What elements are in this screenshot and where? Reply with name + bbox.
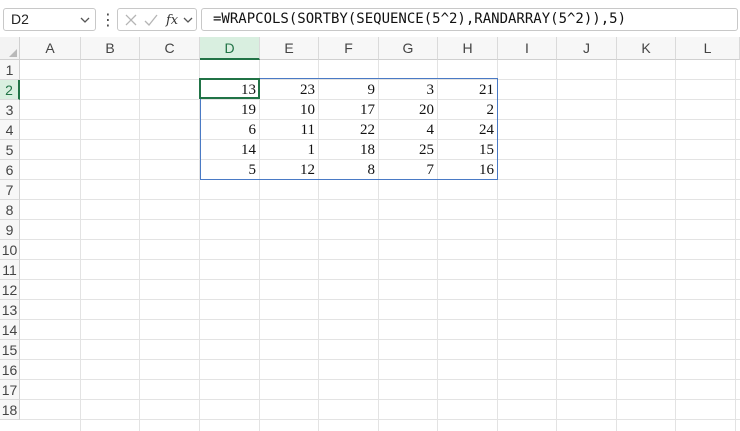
row-header-14[interactable]: 14 — [0, 320, 20, 340]
cell-f2[interactable]: 9 — [319, 80, 379, 100]
gridline — [20, 379, 740, 380]
gridline — [616, 60, 617, 431]
formula-input[interactable]: =WRAPCOLS(SORTBY(SEQUENCE(5^2),RANDARRAY… — [201, 8, 738, 31]
cell-e2[interactable]: 23 — [260, 80, 319, 100]
column-header-j[interactable]: J — [557, 37, 617, 60]
cancel-x-icon[interactable] — [123, 12, 139, 28]
formula-text: =WRAPCOLS(SORTBY(SEQUENCE(5^2),RANDARRAY… — [213, 11, 627, 27]
cell-f3[interactable]: 17 — [319, 100, 379, 120]
confirm-check-icon[interactable] — [143, 12, 159, 28]
cell-d5[interactable]: 14 — [200, 140, 260, 160]
column-header-i[interactable]: I — [498, 37, 557, 60]
cell-f4[interactable]: 22 — [319, 120, 379, 140]
column-header-a[interactable]: A — [20, 37, 81, 60]
gridline — [20, 219, 740, 220]
formula-bar: D2 ⋮ fx =WRAPCOLS(SORTBY(SEQUENCE(5^2),R… — [0, 0, 740, 37]
gridline — [20, 199, 740, 200]
cell-e5[interactable]: 1 — [260, 140, 319, 160]
cell-e6[interactable]: 12 — [260, 160, 319, 180]
chevron-down-icon[interactable] — [181, 12, 195, 28]
column-header-k[interactable]: K — [617, 37, 676, 60]
row-header-16[interactable]: 16 — [0, 360, 20, 380]
row-header-17[interactable]: 17 — [0, 380, 20, 400]
row-header-10[interactable]: 10 — [0, 240, 20, 260]
cell-g4[interactable]: 4 — [379, 120, 438, 140]
chevron-down-icon[interactable] — [77, 9, 93, 30]
formula-actions: fx — [117, 8, 197, 31]
name-box-value: D2 — [11, 11, 29, 27]
gridline — [20, 299, 740, 300]
row-header-1[interactable]: 1 — [0, 60, 20, 80]
cell-e4[interactable]: 11 — [260, 120, 319, 140]
cell-g6[interactable]: 7 — [379, 160, 438, 180]
row-header-18[interactable]: 18 — [0, 400, 20, 420]
cell-g3[interactable]: 20 — [379, 100, 438, 120]
cell-h2[interactable]: 21 — [438, 80, 498, 100]
gridline — [20, 239, 740, 240]
gridline — [139, 60, 140, 431]
select-all-corner[interactable] — [0, 37, 20, 60]
column-header-b[interactable]: B — [81, 37, 140, 60]
row-header-9[interactable]: 9 — [0, 220, 20, 240]
more-vertical-icon[interactable]: ⋮ — [100, 8, 116, 31]
cell-h4[interactable]: 24 — [438, 120, 498, 140]
cell-g2[interactable]: 3 — [379, 80, 438, 100]
gridline — [556, 60, 557, 431]
cell-f6[interactable]: 8 — [319, 160, 379, 180]
column-header-f[interactable]: F — [319, 37, 379, 60]
gridline — [735, 60, 736, 431]
gridline — [80, 60, 81, 431]
row-header-13[interactable]: 13 — [0, 300, 20, 320]
row-header-3[interactable]: 3 — [0, 100, 20, 120]
spreadsheet-grid: A B C D E F G H I J K L 1 2 3 4 5 6 7 8 … — [0, 37, 740, 431]
gridline — [20, 319, 740, 320]
gridline — [20, 339, 740, 340]
column-header-e[interactable]: E — [260, 37, 319, 60]
cell-h6[interactable]: 16 — [438, 160, 498, 180]
row-header-4[interactable]: 4 — [0, 120, 20, 140]
column-header-h[interactable]: H — [438, 37, 498, 60]
cell-h3[interactable]: 2 — [438, 100, 498, 120]
svg-text:fx: fx — [165, 13, 179, 28]
cell-d2[interactable]: 13 — [200, 80, 260, 100]
cell-e3[interactable]: 10 — [260, 100, 319, 120]
row-header-2[interactable]: 2 — [0, 80, 20, 100]
row-header-7[interactable]: 7 — [0, 180, 20, 200]
cell-h5[interactable]: 15 — [438, 140, 498, 160]
column-header-c[interactable]: C — [140, 37, 200, 60]
gridline — [20, 419, 740, 420]
gridline — [675, 60, 676, 431]
name-box[interactable]: D2 — [3, 8, 96, 31]
row-header-15[interactable]: 15 — [0, 340, 20, 360]
gridline — [20, 259, 740, 260]
row-header-12[interactable]: 12 — [0, 280, 20, 300]
row-header-6[interactable]: 6 — [0, 160, 20, 180]
gridline — [20, 359, 740, 360]
row-header-11[interactable]: 11 — [0, 260, 20, 280]
gridline — [20, 399, 740, 400]
cell-f5[interactable]: 18 — [319, 140, 379, 160]
cell-d6[interactable]: 5 — [200, 160, 260, 180]
cell-g5[interactable]: 25 — [379, 140, 438, 160]
gridline — [20, 279, 740, 280]
row-header-5[interactable]: 5 — [0, 140, 20, 160]
column-header-d[interactable]: D — [200, 37, 260, 60]
row-header-8[interactable]: 8 — [0, 200, 20, 220]
cell-d4[interactable]: 6 — [200, 120, 260, 140]
cell-d3[interactable]: 19 — [200, 100, 260, 120]
column-header-g[interactable]: G — [379, 37, 438, 60]
column-header-l[interactable]: L — [676, 37, 740, 60]
